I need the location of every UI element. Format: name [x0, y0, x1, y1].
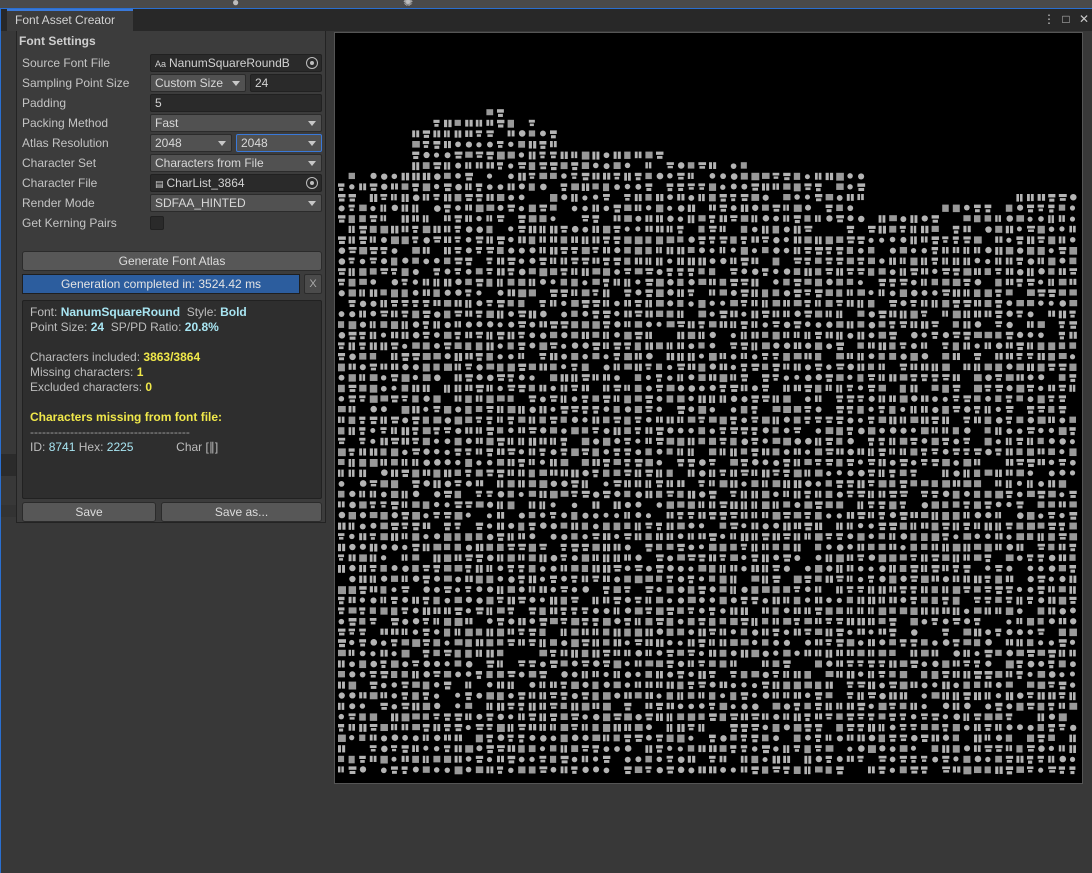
source-font-file-row: Source Font File Aa NanumSquareRoundB [22, 54, 322, 72]
source-font-file-label: Source Font File [22, 56, 111, 70]
missing-hex: 2225 [106, 440, 134, 454]
render-mode-row: Render Mode SDFAA_HINTED [22, 194, 322, 212]
report-excluded-value: 0 [145, 380, 153, 394]
report-font-line: Font: NanumSquareRound Style: Bold [30, 305, 247, 319]
title-icons: ⋮ □ ✕ [1043, 12, 1089, 26]
atlas-width-value: 2048 [155, 136, 182, 150]
character-set-row: Character Set Characters from File [22, 154, 322, 172]
atlas-texture [338, 109, 1078, 775]
report-style-value: Bold [220, 305, 247, 319]
render-mode-label: Render Mode [22, 196, 95, 210]
atlas-height-value: 2048 [241, 136, 268, 150]
sampling-point-size-row: Sampling Point Size Custom Size 24 [22, 74, 322, 92]
apple-icon: ● [232, 0, 240, 9]
atlas-height-dropdown[interactable]: 2048 [236, 134, 322, 152]
atlas-resolution-label: Atlas Resolution [22, 136, 109, 150]
left-edge-bar [1, 454, 16, 476]
object-picker-icon[interactable] [306, 57, 318, 69]
atlas-resolution-row: Atlas Resolution 2048 2048 [22, 134, 322, 152]
generation-progress-bar: Generation completed in: 3524.42 ms [22, 274, 300, 294]
packing-method-label: Packing Method [22, 116, 109, 130]
character-file-value: CharList_3864 [166, 176, 245, 190]
report-missing-entry: ID: 8741 Hex: 2225 Char [∥] [30, 440, 219, 454]
character-file-row: Character File ▤ CharList_3864 [22, 174, 322, 192]
chevron-down-icon [232, 81, 240, 86]
padding-row: Padding 5 [22, 94, 322, 112]
render-mode-value: SDFAA_HINTED [155, 196, 246, 210]
report-font-name: NanumSquareRound [60, 305, 181, 319]
character-file-field[interactable]: ▤ CharList_3864 [150, 174, 322, 192]
sampling-point-size-input[interactable]: 24 [250, 74, 322, 92]
missing-char: Char [∥] [176, 440, 219, 454]
clear-progress-button[interactable]: X [304, 274, 322, 294]
report-size-line: Point Size: 24 SP/PD Ratio: 20.8% [30, 320, 219, 334]
source-font-file-value: NanumSquareRoundB [169, 56, 290, 70]
render-mode-dropdown[interactable]: SDFAA_HINTED [150, 194, 322, 212]
font-settings-panel: Font Settings Source Font File Aa NanumSq… [16, 31, 326, 523]
report-point-size: 24 [90, 320, 105, 334]
window-title: Font Asset Creator [15, 13, 116, 27]
progress-text: Generation completed in: 3524.42 ms [60, 277, 262, 291]
generation-report: Font: NanumSquareRound Style: Bold Point… [22, 300, 322, 499]
section-title: Font Settings [19, 34, 96, 48]
report-missing-line: Missing characters: 1 [30, 365, 144, 379]
source-font-file-field[interactable]: Aa NanumSquareRoundB [150, 54, 322, 72]
kerning-checkbox[interactable] [150, 216, 164, 230]
character-set-label: Character Set [22, 156, 97, 170]
kerning-row: Get Kerning Pairs [22, 214, 322, 232]
generate-font-atlas-button[interactable]: Generate Font Atlas [22, 251, 322, 271]
packing-method-row: Packing Method Fast [22, 114, 322, 132]
sampling-mode-dropdown[interactable]: Custom Size [150, 74, 246, 92]
packing-method-dropdown[interactable]: Fast [150, 114, 322, 132]
save-button[interactable]: Save [22, 502, 156, 522]
report-included-value: 3863/3864 [143, 350, 201, 364]
chevron-down-icon [308, 141, 316, 146]
close-icon[interactable]: ✕ [1079, 12, 1089, 26]
missing-id: 8741 [48, 440, 76, 454]
sun-icon: ✺ [403, 0, 414, 9]
kerning-label: Get Kerning Pairs [22, 216, 117, 230]
editor-background-strip: ● ✺ [0, 0, 1092, 9]
window-tab[interactable]: Font Asset Creator [7, 9, 133, 31]
sampling-mode-value: Custom Size [155, 76, 224, 90]
left-edge-bar-lower [1, 505, 16, 517]
atlas-width-dropdown[interactable]: 2048 [150, 134, 232, 152]
maximize-icon[interactable]: □ [1061, 12, 1071, 26]
report-included-line: Characters included: 3863/3864 [30, 350, 201, 364]
character-set-value: Characters from File [155, 156, 264, 170]
window-titlebar: Font Asset Creator ⋮ □ ✕ [1, 9, 1092, 31]
character-file-label: Character File [22, 176, 98, 190]
report-excluded-line: Excluded characters: 0 [30, 380, 153, 394]
chevron-down-icon [308, 161, 316, 166]
font-asset-creator-window: Font Asset Creator ⋮ □ ✕ Font Settings S… [0, 9, 1092, 873]
report-missing-value: 1 [136, 365, 144, 379]
report-separator: ---------------------------------------- [30, 425, 190, 439]
object-picker-icon[interactable] [306, 177, 318, 189]
padding-input[interactable]: 5 [150, 94, 322, 112]
save-as-button[interactable]: Save as... [161, 502, 322, 522]
sampling-point-size-label: Sampling Point Size [22, 76, 130, 90]
chevron-down-icon [218, 141, 226, 146]
kebab-menu-icon[interactable]: ⋮ [1043, 12, 1055, 26]
font-file-icon: Aa [155, 59, 167, 69]
font-atlas-preview [334, 32, 1083, 784]
chevron-down-icon [308, 121, 316, 126]
report-ratio: 20.8% [184, 320, 219, 334]
atlas-glyphs [338, 109, 1078, 775]
report-missing-header: Characters missing from font file: [30, 410, 223, 424]
padding-label: Padding [22, 96, 67, 110]
character-set-dropdown[interactable]: Characters from File [150, 154, 322, 172]
chevron-down-icon [308, 201, 316, 206]
text-file-icon: ▤ [155, 179, 164, 189]
packing-method-value: Fast [155, 116, 179, 130]
